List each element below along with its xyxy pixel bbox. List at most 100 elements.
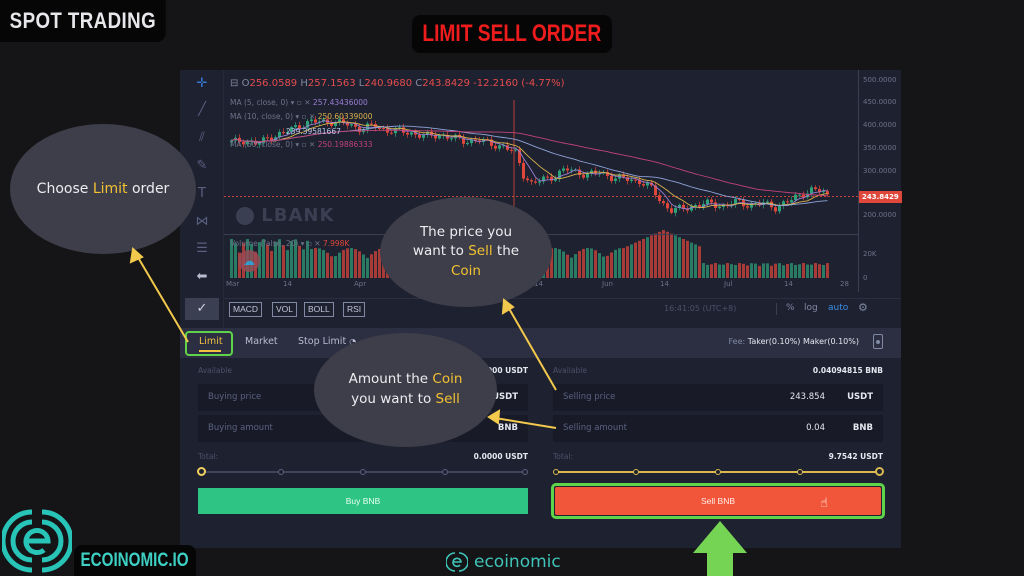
- volume-bar: [350, 248, 353, 278]
- indicator-vol-button[interactable]: VOL: [272, 302, 298, 317]
- slider-stop[interactable]: [442, 469, 448, 475]
- buy-amount-slider[interactable]: [197, 467, 528, 477]
- parallel-lines-icon[interactable]: ⫽: [194, 130, 210, 146]
- page-title: LIMIT SELL ORDER: [412, 15, 612, 53]
- time-axis: Mar 14 Apr 14 May 14 Jun 14 Jul 14 28: [224, 280, 858, 292]
- pattern-icon[interactable]: ⋈: [194, 214, 210, 230]
- sell-highlight-box: Sell BNB ☝: [551, 483, 885, 519]
- candle-body: [422, 134, 425, 138]
- section-tag: SPOT TRADING: [0, 0, 166, 42]
- price-tick: 350.0000: [863, 144, 897, 152]
- candle-body: [674, 207, 677, 213]
- slider-handle[interactable]: [197, 467, 206, 476]
- auto-toggle[interactable]: auto: [828, 303, 848, 313]
- candle-body: [382, 128, 385, 130]
- candle-body: [418, 134, 421, 138]
- buy-button[interactable]: Buy BNB: [198, 488, 528, 514]
- log-toggle[interactable]: log: [804, 303, 818, 313]
- selling-amount-input[interactable]: Selling amount 0.04 BNB: [553, 415, 883, 442]
- tab-market[interactable]: Market: [245, 336, 278, 347]
- text-icon[interactable]: T: [194, 186, 210, 202]
- ecoinomic-logo-icon: [2, 509, 72, 573]
- brand-site-tag: ECOINOMIC.IO: [74, 545, 196, 576]
- candle-body: [494, 145, 497, 149]
- volume-legend: Volume (false, 20) ▾ ▫ ✕ 7.998K: [230, 239, 350, 248]
- time-tick: Apr: [354, 280, 367, 288]
- time-tick: 14: [784, 280, 793, 288]
- volume-bar: [622, 248, 625, 278]
- fib-icon[interactable]: ☰: [194, 241, 210, 257]
- candle-body: [586, 173, 589, 178]
- fee-info: Fee: Taker(0.10%) Maker(0.10%): [728, 337, 860, 346]
- volume-bar: [802, 263, 805, 278]
- brush-icon[interactable]: ✎: [194, 158, 210, 174]
- volume-bar: [630, 244, 633, 278]
- volume-bar: [554, 248, 557, 278]
- chart-time: 16:41:05 (UTC+8): [664, 304, 737, 313]
- candle-body: [718, 206, 721, 208]
- selling-price-input[interactable]: Selling price 243.854 USDT: [553, 384, 883, 411]
- slider-stop[interactable]: [797, 469, 803, 475]
- calculator-icon[interactable]: [873, 334, 883, 349]
- up-arrow-icon: [693, 521, 747, 576]
- candle-body: [642, 184, 645, 186]
- candle-body: [378, 127, 381, 129]
- candle-body: [630, 179, 633, 181]
- time-tick: 14: [660, 280, 669, 288]
- candle-body: [694, 204, 697, 207]
- volume-bar: [234, 243, 237, 278]
- volume-bar: [566, 254, 569, 278]
- trend-line-icon[interactable]: ╱: [194, 102, 210, 118]
- slider-handle[interactable]: [875, 467, 884, 476]
- slider-stop[interactable]: [633, 469, 639, 475]
- volume-bar: [606, 255, 609, 278]
- volume-bar: [662, 230, 665, 278]
- price-tick: 200.0000: [863, 211, 897, 219]
- volume-bar: [766, 263, 769, 278]
- back-arrow-icon[interactable]: ⬅: [194, 269, 210, 285]
- ohlc-readout: ⊟ O256.0589 H257.1563 L240.9680 C243.842…: [230, 78, 565, 89]
- time-tick: Jul: [724, 280, 733, 288]
- ma-legend-row: 239.39581667: [286, 127, 341, 136]
- volume-bar: [678, 237, 681, 278]
- volume-bar: [310, 249, 313, 278]
- slider-stop[interactable]: [278, 469, 284, 475]
- volume-bar: [282, 245, 285, 278]
- volume-bar: [750, 263, 753, 278]
- crosshair-icon[interactable]: ✛: [194, 76, 210, 92]
- volume-tick: 0: [863, 274, 868, 282]
- candle-body: [766, 201, 769, 203]
- slider-stop[interactable]: [360, 469, 366, 475]
- volume-bar: [318, 248, 321, 278]
- volume-bar: [370, 254, 373, 278]
- volume-bar: [746, 265, 749, 278]
- volume-bar: [298, 245, 301, 278]
- price-axis[interactable]: 500.0000 450.0000 400.0000 350.0000 300.…: [858, 70, 902, 292]
- volume-bar: [322, 250, 325, 278]
- volume-bar: [686, 240, 689, 278]
- volume-bar: [694, 244, 697, 278]
- sell-amount-slider[interactable]: [553, 467, 884, 477]
- order-type-tabs: Limit Market Stop Limit ◔ Fee: Taker(0.1…: [180, 328, 901, 358]
- collapse-icon[interactable]: ⊟: [230, 78, 238, 89]
- volume-bar: [714, 263, 717, 278]
- chart-settings-gear-icon[interactable]: ⚙: [858, 301, 868, 314]
- active-tab-indicator: [199, 350, 221, 352]
- check-icon[interactable]: ✓: [185, 298, 219, 320]
- percent-toggle[interactable]: %: [786, 303, 795, 313]
- candle-body: [666, 203, 669, 209]
- indicator-boll-button[interactable]: BOLL: [304, 302, 334, 317]
- candle-body: [710, 199, 713, 203]
- volume-tick: 20K: [863, 250, 877, 258]
- indicator-rsi-button[interactable]: RSI: [343, 302, 366, 317]
- tab-limit[interactable]: Limit: [199, 336, 223, 347]
- slider-stop[interactable]: [522, 469, 528, 475]
- candle-body: [350, 124, 353, 126]
- indicator-macd-button[interactable]: MACD: [229, 302, 263, 317]
- slider-stop[interactable]: [553, 469, 559, 475]
- sell-button[interactable]: Sell BNB: [555, 487, 881, 515]
- candle-body: [406, 132, 409, 135]
- candle-body: [510, 149, 513, 151]
- ma-legend-row: MA (60, close, 0) ▾ ▫ ✕ 250.19886333: [230, 140, 373, 149]
- slider-stop[interactable]: [715, 469, 721, 475]
